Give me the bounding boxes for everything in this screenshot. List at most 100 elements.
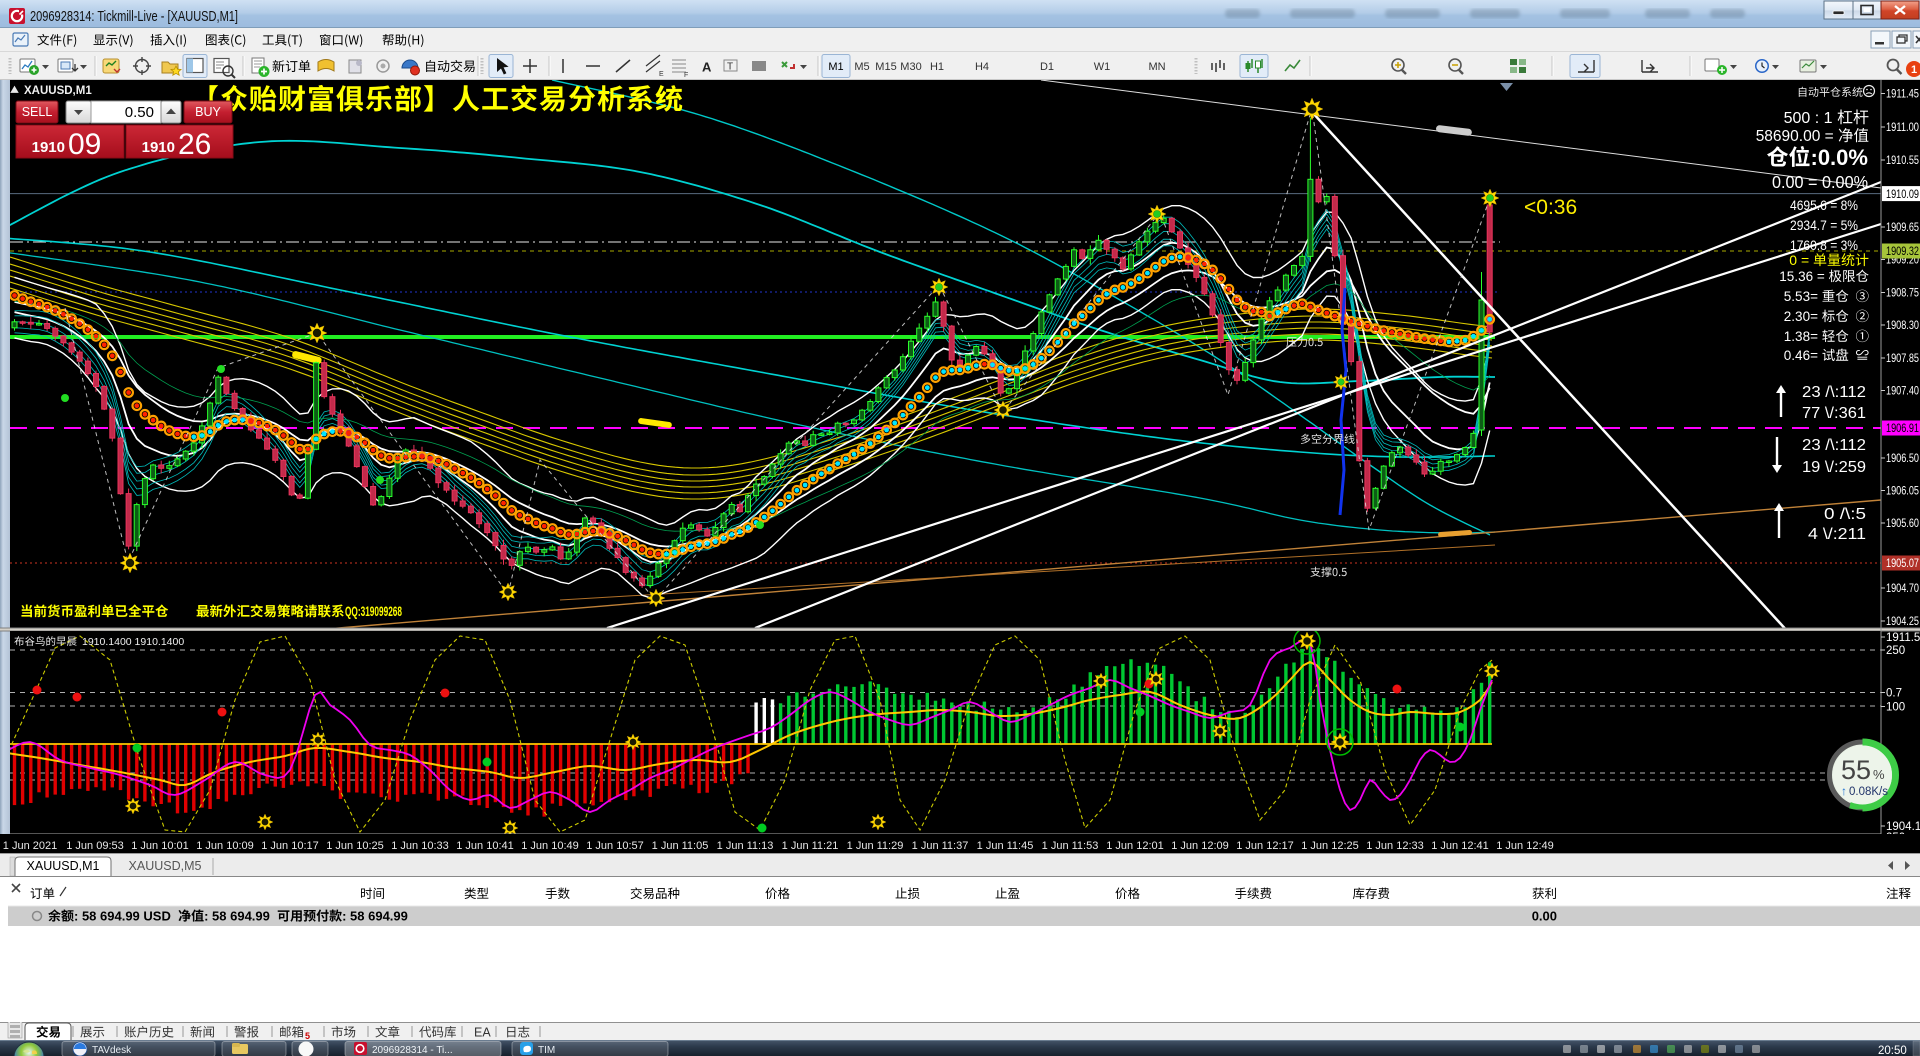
svg-text:1 Jun 10:41: 1 Jun 10:41: [456, 840, 514, 852]
svg-text:1 Jun 10:25: 1 Jun 10:25: [326, 840, 384, 852]
svg-text:EA: EA: [474, 1026, 491, 1040]
svg-text:1 Jun 11:53: 1 Jun 11:53: [1042, 840, 1099, 852]
svg-text:1904.25: 1904.25: [1886, 614, 1919, 628]
svg-text:1 Jun 12:17: 1 Jun 12:17: [1236, 840, 1294, 852]
svg-text:1 Jun 12:41: 1 Jun 12:41: [1431, 840, 1489, 852]
svg-text:1 Jun 11:37: 1 Jun 11:37: [912, 840, 969, 852]
svg-text:1911.5482: 1911.5482: [1886, 632, 1920, 644]
svg-text:TIM: TIM: [538, 1045, 555, 1056]
svg-text:1910: 1910: [32, 139, 65, 156]
svg-text:100: 100: [1886, 701, 1905, 713]
svg-text:M5: M5: [854, 61, 869, 73]
svg-text:MN: MN: [1148, 61, 1165, 73]
svg-text:QQ:319099268: QQ:319099268: [345, 604, 402, 619]
svg-text:58690.00 =: 58690.00 =: [1756, 128, 1834, 145]
svg-text:XAUUSD,M1: XAUUSD,M1: [27, 859, 100, 873]
svg-text:1 Jun 10:49: 1 Jun 10:49: [521, 840, 579, 852]
svg-text:1 Jun 09:53: 1 Jun 09:53: [66, 840, 124, 852]
svg-text:A: A: [702, 60, 712, 75]
svg-text:250: 250: [1886, 645, 1905, 657]
svg-text:1 Jun 11:29: 1 Jun 11:29: [847, 840, 904, 852]
svg-text:0.00 = 0.00%: 0.00 = 0.00%: [1772, 172, 1868, 192]
svg-text:1910: 1910: [142, 139, 175, 156]
svg-text:1906.50: 1906.50: [1886, 451, 1919, 465]
svg-text:1 Jun 11:05: 1 Jun 11:05: [652, 840, 709, 852]
svg-text:1 Jun 12:25: 1 Jun 12:25: [1301, 840, 1359, 852]
svg-text:1910.09: 1910.09: [1886, 187, 1919, 201]
svg-text:1910.55: 1910.55: [1886, 153, 1919, 167]
svg-text:1905.60: 1905.60: [1886, 516, 1919, 530]
svg-text:1911.00: 1911.00: [1886, 120, 1919, 134]
svg-text:1909.65: 1909.65: [1886, 220, 1919, 234]
svg-text:0 =: 0 =: [1789, 252, 1809, 268]
svg-text:20:50: 20:50: [1878, 1045, 1907, 1056]
svg-text:1906.91: 1906.91: [1886, 421, 1919, 435]
svg-text:5.53=: 5.53=: [1784, 289, 1818, 304]
svg-text:BUY: BUY: [195, 105, 221, 119]
svg-text:%: %: [1873, 767, 1885, 782]
svg-text:1909.32: 1909.32: [1886, 244, 1919, 258]
svg-text:1 Jun 2021: 1 Jun 2021: [3, 840, 57, 852]
svg-text::0.0%: :0.0%: [1811, 145, 1868, 170]
svg-text:M1: M1: [828, 61, 843, 73]
svg-text:SELL: SELL: [22, 105, 53, 119]
svg-text:77 \/:361: 77 \/:361: [1802, 405, 1866, 422]
svg-text:1 Jun 12:33: 1 Jun 12:33: [1366, 840, 1424, 852]
svg-text:1 Jun 12:01: 1 Jun 12:01: [1106, 840, 1164, 852]
svg-text:1760.8 = 3%: 1760.8 = 3%: [1790, 237, 1858, 253]
svg-text:09: 09: [68, 128, 101, 161]
svg-text:1 Jun 10:09: 1 Jun 10:09: [196, 840, 254, 852]
svg-text:0 /\:5: 0 /\:5: [1824, 506, 1866, 523]
svg-text:1908.75: 1908.75: [1886, 286, 1919, 300]
svg-text:H4: H4: [975, 61, 989, 73]
svg-text:1907.40: 1907.40: [1886, 384, 1919, 398]
svg-text:1 Jun 11:45: 1 Jun 11:45: [977, 840, 1034, 852]
svg-text:W1: W1: [1094, 61, 1111, 73]
svg-text:H1: H1: [930, 61, 944, 73]
svg-text:0.00: 0.00: [1532, 909, 1557, 924]
svg-text:0.46=: 0.46=: [1784, 348, 1818, 363]
svg-text:5: 5: [305, 1031, 310, 1040]
svg-text:1 Jun 10:01: 1 Jun 10:01: [131, 840, 189, 852]
svg-text:XAUUSD,M5: XAUUSD,M5: [129, 859, 202, 873]
svg-text:1907.85: 1907.85: [1886, 351, 1919, 365]
svg-text:TAVdesk: TAVdesk: [92, 1045, 132, 1056]
svg-text:1904.70: 1904.70: [1886, 581, 1919, 595]
svg-text:↑: ↑: [1841, 784, 1847, 798]
svg-text:T: T: [727, 62, 733, 73]
svg-text:4695.6 = 8%: 4695.6 = 8%: [1790, 197, 1858, 213]
svg-text:1 Jun 11:21: 1 Jun 11:21: [782, 840, 839, 852]
svg-text:M30: M30: [900, 61, 921, 73]
svg-text:1 Jun 12:49: 1 Jun 12:49: [1496, 840, 1554, 852]
svg-text:<0:36: <0:36: [1524, 196, 1577, 219]
svg-text:: 58 694.99 USD: : 58 694.99 USD: [74, 909, 178, 924]
svg-text:F: F: [684, 72, 688, 79]
svg-text:0.7: 0.7: [1886, 687, 1902, 699]
svg-text:19 \/:259: 19 \/:259: [1802, 459, 1866, 476]
svg-text:: 58 694.99: : 58 694.99: [342, 909, 408, 924]
svg-text:0.50: 0.50: [125, 104, 154, 121]
svg-text:15.36 =: 15.36 =: [1779, 269, 1825, 284]
svg-text:1 Jun 10:33: 1 Jun 10:33: [391, 840, 449, 852]
svg-text:1 Jun 12:09: 1 Jun 12:09: [1171, 840, 1229, 852]
svg-text:1905.07: 1905.07: [1886, 556, 1919, 570]
svg-text:2934.7 = 5%: 2934.7 = 5%: [1790, 217, 1858, 233]
svg-text:1.38=: 1.38=: [1784, 329, 1818, 344]
svg-text:XAUUSD,M1: XAUUSD,M1: [24, 85, 92, 97]
svg-text:2096928314 - Ti...: 2096928314 - Ti...: [372, 1045, 453, 1056]
svg-text:M15: M15: [875, 61, 896, 73]
svg-text:500 : 1: 500 : 1: [1784, 110, 1833, 127]
svg-text:23 /\:112: 23 /\:112: [1802, 384, 1866, 401]
svg-text:1906.05: 1906.05: [1886, 484, 1919, 498]
svg-text:1911.45: 1911.45: [1886, 87, 1919, 101]
svg-text:D1: D1: [1040, 61, 1054, 73]
svg-text:23 /\:112: 23 /\:112: [1802, 437, 1866, 454]
svg-text:1908.30: 1908.30: [1886, 318, 1919, 332]
svg-text:0.08K/s: 0.08K/s: [1849, 786, 1888, 798]
svg-text:1 Jun 11:13: 1 Jun 11:13: [717, 840, 774, 852]
svg-text:26: 26: [178, 128, 211, 161]
svg-text:1910.1400 1910.1400: 1910.1400 1910.1400: [82, 636, 184, 648]
svg-text:2096928314: Tickmill-Live - [X: 2096928314: Tickmill-Live - [XAUUSD,M1]: [30, 8, 238, 25]
svg-text:1 Jun 10:17: 1 Jun 10:17: [261, 840, 319, 852]
svg-text:4 \/:211: 4 \/:211: [1808, 526, 1866, 543]
